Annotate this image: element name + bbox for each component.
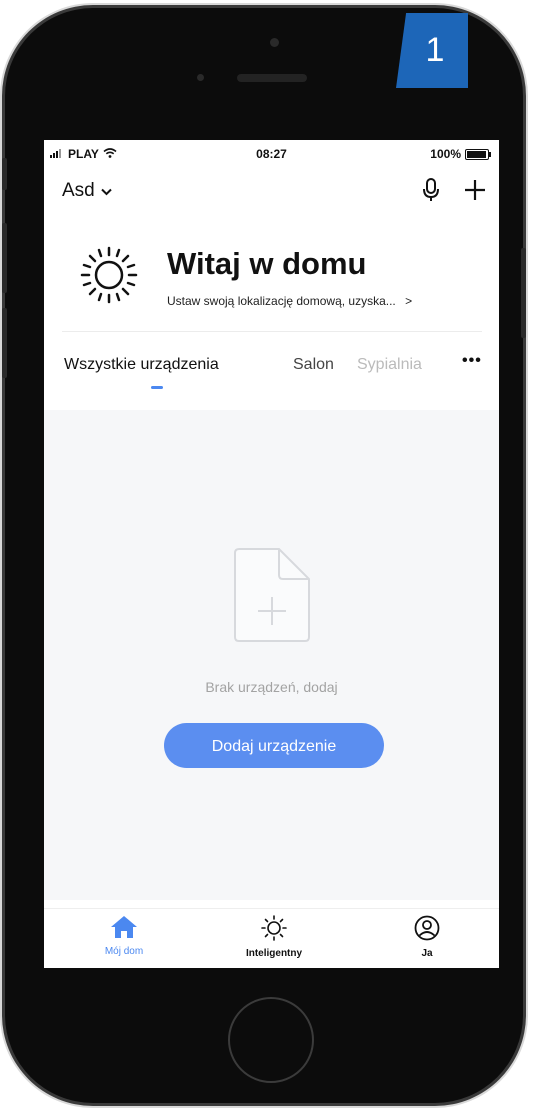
proximity-sensor	[197, 74, 204, 81]
add-document-icon	[231, 545, 313, 650]
volume-down-button	[2, 308, 7, 378]
active-tab-indicator	[151, 386, 163, 389]
chevron-down-icon	[101, 180, 112, 202]
tab-all-devices[interactable]: Wszystkie urządzenia	[64, 356, 219, 374]
home-selector[interactable]: Asd	[62, 180, 112, 202]
bottom-tab-smart[interactable]: Inteligentny	[214, 915, 334, 959]
chevron-right-icon: >	[405, 294, 413, 308]
add-device-button[interactable]: Dodaj urządzenie	[164, 723, 384, 768]
more-tabs-icon[interactable]: •••	[462, 352, 482, 370]
home-name-label: Asd	[62, 180, 95, 201]
bottom-tab-me[interactable]: Ja	[367, 915, 487, 959]
add-icon[interactable]	[463, 178, 487, 207]
welcome-subtitle: Ustaw swoją lokalizację domową, uzyska..…	[167, 294, 412, 308]
section-divider	[62, 331, 482, 332]
header-actions	[423, 178, 487, 207]
phone-screen: PLAY 08:27 100% Asd Witaj w domu Ustaw s…	[44, 140, 499, 968]
room-tabs: Wszystkie urządzenia Salon Sypialnia •••	[44, 352, 499, 396]
volume-up-button	[2, 223, 7, 293]
home-button[interactable]	[228, 997, 314, 1083]
front-camera	[270, 38, 279, 47]
bottom-tab-bar: Mój dom Inteligentny Ja	[44, 908, 499, 968]
bottom-tab-me-label: Ja	[421, 948, 433, 959]
bottom-tab-home-label: Mój dom	[104, 946, 144, 957]
app-header: Asd	[44, 176, 499, 216]
device-list-area: Brak urządzeń, dodaj Dodaj urządzenie	[44, 410, 499, 900]
welcome-title: Witaj w domu	[167, 246, 367, 281]
smart-sun-icon	[260, 915, 288, 945]
silent-switch	[2, 158, 7, 190]
step-badge: 1	[396, 13, 468, 88]
welcome-banner[interactable]: Witaj w domu Ustaw swoją lokalizację dom…	[44, 236, 499, 336]
earpiece	[237, 74, 307, 82]
empty-state-message: Brak urządzeń, dodaj	[205, 679, 338, 695]
battery-icon	[465, 148, 491, 160]
tab-sypialnia[interactable]: Sypialnia	[357, 356, 422, 374]
status-bar: PLAY 08:27 100%	[44, 140, 499, 168]
battery-percent: 100%	[430, 147, 461, 161]
microphone-icon[interactable]	[423, 178, 439, 207]
step-number: 1	[425, 31, 445, 69]
bottom-tab-smart-label: Inteligentny	[245, 948, 303, 959]
welcome-subtitle-text: Ustaw swoją lokalizację domową, uzyska..…	[167, 294, 396, 308]
status-right: 100%	[430, 147, 491, 161]
battery-fill	[467, 150, 486, 158]
bottom-tab-home[interactable]: Mój dom	[64, 915, 184, 957]
profile-icon	[414, 915, 440, 945]
tab-salon[interactable]: Salon	[293, 356, 334, 374]
power-button	[521, 248, 526, 338]
home-icon	[110, 916, 138, 943]
sun-icon	[74, 240, 144, 315]
